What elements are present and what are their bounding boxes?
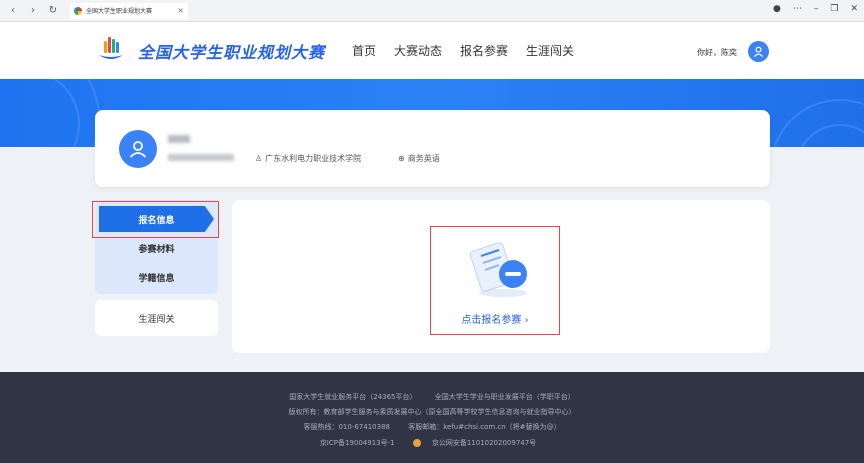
maximize-icon[interactable]: ❐ — [830, 4, 838, 14]
forward-icon[interactable]: › — [26, 4, 40, 18]
student-id-redacted — [168, 154, 234, 161]
nav-register[interactable]: 报名参赛 — [460, 42, 508, 59]
footer-police-record[interactable]: 京公网安备11010202009747号 — [412, 439, 544, 447]
footer-link-xuezhi[interactable]: 全国大学生学业与职业发展平台（学职平台） — [435, 393, 575, 401]
site-header: 全国大学生职业规划大赛 首页 大赛动态 报名参赛 生涯闯关 你好，陈奕 — [0, 22, 864, 79]
footer-copyright: 版权所有：教育部学生服务与素质发展中心（原全国高等学校学生信息咨询与就业指导中心… — [288, 408, 576, 416]
sidebar-item-enrollment-info[interactable]: 学籍信息 — [95, 267, 218, 287]
tab-title: 全国大学生职业规划大赛 — [86, 8, 153, 15]
major-name: 商务英语 — [407, 154, 440, 163]
sidebar-item-registration-info[interactable]: 报名信息 — [99, 206, 214, 232]
user-avatar-icon[interactable] — [748, 41, 769, 62]
nav-career-challenge[interactable]: 生涯闯关 — [526, 42, 574, 59]
sidebar-item-materials[interactable]: 参赛材料 — [95, 238, 218, 258]
favicon-icon — [74, 6, 82, 15]
profile-avatar-icon — [119, 130, 157, 168]
window-controls: ● ⋯ – ❐ ✕ — [773, 4, 858, 14]
reload-icon[interactable]: ↻ — [46, 4, 60, 18]
footer-link-24365[interactable]: 国家大学生就业服务平台（24365平台） — [289, 393, 416, 401]
browser-tab[interactable]: 全国大学生职业规划大赛 × — [70, 2, 188, 19]
more-icon[interactable]: ⋯ — [793, 4, 802, 14]
site-logo-icon[interactable] — [95, 33, 127, 65]
site-title[interactable]: 全国大学生职业规划大赛 — [138, 39, 325, 63]
registration-illustration-icon — [469, 242, 527, 297]
main-nav: 首页 大赛动态 报名参赛 生涯闯关 — [352, 42, 574, 59]
school-icon: ♙ — [255, 154, 263, 163]
window-close-icon[interactable]: ✕ — [850, 4, 858, 14]
footer-hotline: 客服热线：010-67410388 — [303, 423, 390, 431]
police-badge-icon — [412, 439, 421, 447]
profile-major: ⊕ 商务英语 — [398, 153, 440, 164]
school-name: 广东水利电力职业技术学院 — [265, 154, 362, 163]
sidebar-item-career-challenge[interactable]: 生涯闯关 — [95, 300, 218, 336]
site-footer: 国家大学生就业服务平台（24365平台） 全国大学生学业与职业发展平台（学职平台… — [0, 372, 864, 463]
back-icon[interactable]: ‹ — [6, 4, 20, 18]
register-cta-link[interactable]: 点击报名参赛 › — [430, 311, 560, 326]
browser-chrome: ‹ › ↻ 全国大学生职业规划大赛 × ● ⋯ – ❐ ✕ — [0, 0, 864, 22]
profile-school: ♙ 广东水利电力职业技术学院 — [255, 153, 361, 164]
student-name-redacted — [168, 135, 190, 143]
footer-icp[interactable]: 京ICP备19004913号-1 — [320, 439, 395, 447]
profile-card: ♙ 广东水利电力职业技术学院 ⊕ 商务英语 — [95, 110, 770, 187]
tab-close-icon[interactable]: × — [177, 6, 184, 15]
nav-news[interactable]: 大赛动态 — [394, 42, 442, 59]
minimize-icon[interactable]: – — [814, 4, 819, 14]
profile-menu-icon[interactable]: ● — [773, 4, 781, 14]
nav-home[interactable]: 首页 — [352, 42, 376, 59]
user-greeting: 你好，陈奕 — [697, 48, 737, 57]
major-icon: ⊕ — [398, 154, 405, 163]
footer-email: 客服邮箱：kefu#chsi.com.cn（将#替换为@） — [408, 423, 561, 431]
